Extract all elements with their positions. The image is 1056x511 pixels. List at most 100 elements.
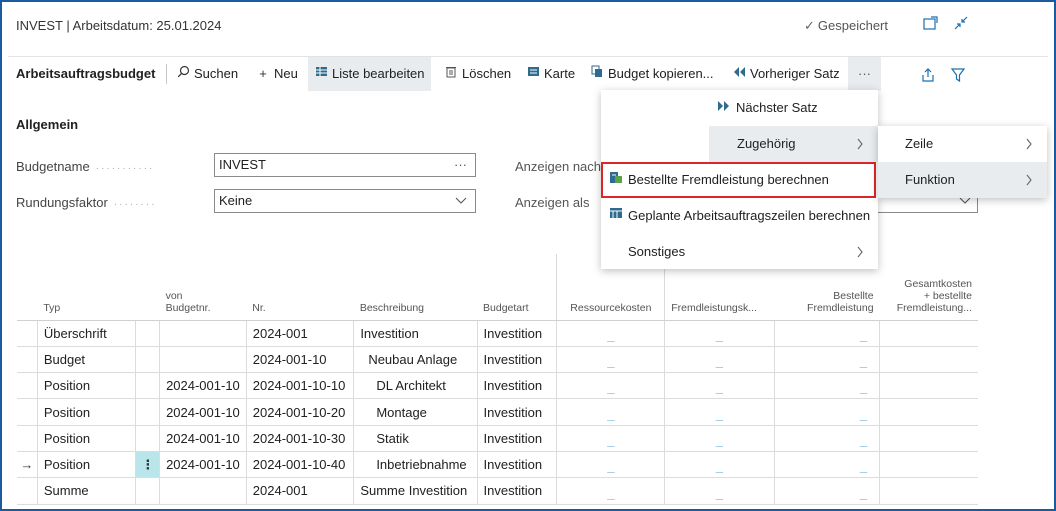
table-row[interactable]: Position 2024-001-10 2024-001-10-20 Montage…	[17, 398, 978, 426]
cell-gesamtkosten	[879, 451, 978, 479]
cell-budgetart: Investition	[476, 320, 557, 347]
cell-nr: 2024-001-10-10	[245, 372, 354, 400]
search-label: Suchen	[194, 66, 239, 81]
row-indicator	[17, 425, 38, 452]
rounding-factor-label: Rundungsfaktor ········	[16, 195, 157, 210]
column-header-arrow	[17, 254, 38, 321]
submenu-item-line[interactable]: Zeile	[878, 126, 1047, 162]
table-row[interactable]: Summe 2024-001 Summe Investition Investitio…	[17, 477, 978, 505]
checkmark-icon: ✓	[804, 18, 815, 33]
filter-icon[interactable]	[950, 57, 966, 91]
row-actions-handle[interactable]	[135, 477, 160, 505]
chevron-right-icon	[1025, 162, 1033, 212]
menu-item-misc-label: Sonstiges	[628, 244, 686, 259]
cell-nr: 2024-001	[245, 320, 354, 347]
cell-von-budgetnr	[159, 346, 247, 374]
column-header-beschreibung[interactable]: Beschreibung	[353, 254, 478, 321]
budget-name-field[interactable]: INVEST ···	[214, 153, 476, 177]
cell-bestellte-fremdleistung: _	[773, 398, 880, 426]
previous-record-button[interactable]: Vorheriger Satz	[732, 57, 840, 91]
row-actions-handle[interactable]	[135, 425, 160, 452]
column-header-budgetart[interactable]: Budgetart	[477, 254, 557, 321]
table-row[interactable]: Überschrift 2024-001 Investition Investitio…	[17, 320, 978, 347]
menu-item-next-record[interactable]: Nächster Satz	[601, 90, 878, 126]
chevron-right-icon	[856, 234, 864, 284]
page-title: INVEST | Arbeitsdatum: 25.01.2024	[16, 18, 222, 33]
new-label: Neu	[274, 66, 298, 81]
cell-fremdleistungskosten: _	[664, 398, 775, 426]
row-actions-handle[interactable]: ⋮	[135, 451, 160, 479]
column-header-gesamt-line3: Fremdleistung...	[896, 301, 972, 314]
search-button[interactable]: Suchen	[176, 57, 238, 91]
column-header-gesamtkosten[interactable]: Gesamtkosten + bestellte Fremdleistung...	[879, 254, 978, 321]
collapse-icon[interactable]	[952, 14, 970, 32]
row-actions-handle[interactable]	[135, 372, 160, 400]
cell-bestellte-fremdleistung: _	[773, 425, 880, 452]
edit-list-button[interactable]: Liste bearbeiten	[308, 57, 431, 91]
lookup-button[interactable]: ···	[454, 154, 467, 176]
more-options-button[interactable]: ···	[848, 57, 881, 91]
cell-beschreibung: Investition	[353, 320, 478, 347]
rounding-factor-label-text: Rundungsfaktor	[16, 195, 108, 210]
row-actions-handle[interactable]	[135, 398, 160, 426]
copy-budget-label: Budget kopieren...	[608, 66, 714, 81]
card-button[interactable]: Karte	[526, 57, 575, 91]
menu-item-calc-planned-lines[interactable]: Geplante Arbeitsauftragszeilen berechnen	[601, 198, 878, 234]
column-header-typ[interactable]: Typ	[37, 254, 136, 321]
cell-von-budgetnr: 2024-001-10	[159, 372, 247, 400]
plus-icon: +	[259, 66, 267, 81]
open-in-new-window-icon[interactable]	[922, 14, 940, 32]
cell-ressourcekosten: _	[556, 320, 665, 347]
new-button[interactable]: + Neu	[256, 57, 298, 91]
search-icon	[176, 57, 190, 91]
table-row[interactable]: → Position ⋮ 2024-001-10 2024-001-10-40 Inbet…	[17, 451, 978, 479]
cell-gesamtkosten	[879, 398, 978, 426]
delete-button[interactable]: Löschen	[444, 57, 511, 91]
planned-lines-icon	[609, 198, 623, 234]
column-header-bestellte-line2: Fremdleistung	[807, 301, 874, 314]
cell-budgetart: Investition	[476, 477, 557, 505]
row-indicator: →	[17, 451, 38, 479]
cell-budgetart: Investition	[476, 451, 557, 479]
column-header-von-budgetnr[interactable]: von Budgetnr.	[159, 254, 247, 321]
menu-item-next-record-label: Nächster Satz	[736, 100, 818, 115]
column-header-gesamt-line1: Gesamtkosten	[904, 277, 972, 290]
cell-typ: Überschrift	[36, 320, 136, 347]
table-row[interactable]: Position 2024-001-10 2024-001-10-10 DL Arch…	[17, 372, 978, 400]
table-row[interactable]: Budget 2024-001-10 Neubau Anlage Investitio…	[17, 346, 978, 374]
menu-item-calc-ordered-subcontracting[interactable]: Bestellte Fremdleistung berechnen	[601, 162, 876, 198]
card-icon	[526, 57, 540, 91]
more-options-menu: Nächster Satz Zugehörig Bestellte Fremdl…	[601, 90, 878, 269]
menu-item-calc-ordered-label: Bestellte Fremdleistung berechnen	[628, 172, 829, 187]
cell-ressourcekosten: _	[556, 451, 665, 479]
column-header-nr[interactable]: Nr.	[246, 254, 354, 321]
cell-bestellte-fremdleistung: _	[773, 372, 880, 400]
row-actions-handle[interactable]	[135, 320, 160, 347]
share-icon[interactable]	[920, 57, 936, 91]
cell-nr: 2024-001-10-40	[245, 451, 354, 479]
column-header-gesamt-line2: + bestellte	[923, 289, 972, 302]
copy-budget-button[interactable]: Budget kopieren...	[590, 57, 714, 91]
cell-beschreibung: Statik	[353, 425, 478, 452]
cell-budgetart: Investition	[476, 425, 557, 452]
submenu-item-function-label: Funktion	[905, 172, 955, 187]
cell-bestellte-fremdleistung: _	[773, 320, 880, 347]
rounding-factor-select[interactable]: Keine	[214, 189, 476, 213]
table-row[interactable]: Position 2024-001-10 2024-001-10-30 Statik I…	[17, 425, 978, 452]
row-actions-handle[interactable]	[135, 346, 160, 374]
show-by-label: Anzeigen nach	[515, 159, 602, 174]
submenu-item-function[interactable]: Funktion	[878, 162, 1047, 198]
menu-item-related[interactable]: Zugehörig	[709, 126, 878, 162]
rounding-factor-value: Keine	[219, 193, 253, 208]
copy-icon	[590, 57, 604, 91]
cell-von-budgetnr: 2024-001-10	[159, 451, 247, 479]
cell-beschreibung: Inbetriebnahme	[353, 451, 478, 479]
trash-icon	[444, 57, 458, 91]
cell-ressourcekosten: _	[556, 346, 665, 374]
section-title-general: Allgemein	[16, 117, 79, 132]
menu-item-misc[interactable]: Sonstiges	[601, 234, 878, 270]
previous-icon	[732, 57, 746, 91]
cell-beschreibung: Neubau Anlage	[353, 346, 478, 374]
cell-von-budgetnr: 2024-001-10	[159, 398, 247, 426]
column-header-handle	[135, 254, 160, 321]
